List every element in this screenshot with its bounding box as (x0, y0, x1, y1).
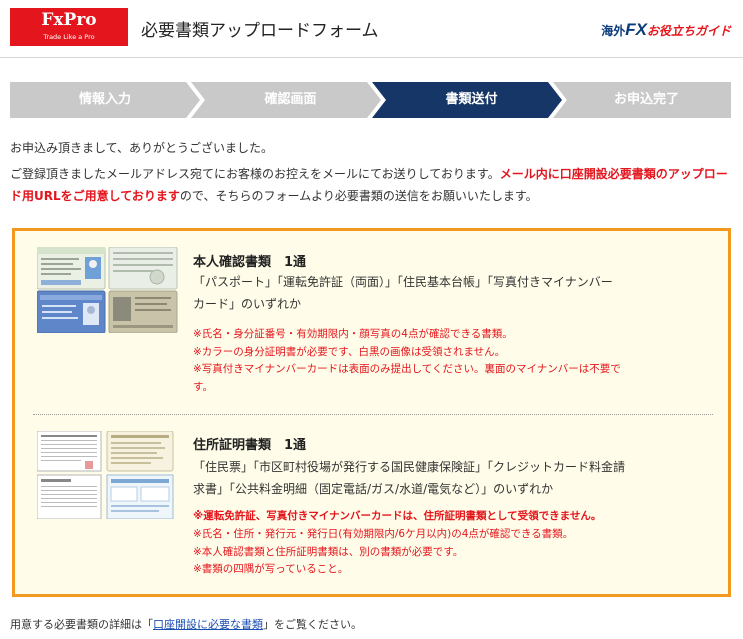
identity-document-title: 本人確認書類 1通 (193, 255, 307, 270)
step-1-info-input: 情報入力 (78, 92, 131, 107)
email-instructions: ご登録頂きましたメールアドレス宛てにお客様のお控えをメールにてお送りしております… (10, 163, 732, 207)
identity-note: す。 (193, 380, 213, 393)
documents-details-suffix: 」をご覧ください。 (263, 618, 362, 631)
email-instructions-part2: ので、そちらのフォームより必要書類の送信をお願いいたします。 (179, 189, 538, 203)
address-document-title: 住所証明書類 1通 (193, 438, 307, 453)
thank-you-message: お申込み頂きまして、ありがとうございました。 (10, 141, 274, 155)
address-document-warning: ※運転免許証、写真付きマイナンバーカードは、住所証明書類として受領できません。 (193, 510, 602, 522)
identity-document-description: 「パスポート」「運転免許証（両面）」「住民基本台帳」「写真付きマイナンバー カー… (193, 271, 713, 315)
identity-desc-line-1: 「パスポート」「運転免許証（両面）」「住民基本台帳」「写真付きマイナンバー (193, 275, 613, 289)
identity-note: ※写真付きマイナンバーカードは表面のみ提出してください。裏面のマイナンバーは不要… (193, 363, 621, 375)
address-desc-line-1: 「住民票」「市区町村役場が発行する国民健康保険証」「クレジットカード料金請 (193, 460, 626, 474)
identity-note: ※氏名・身分証番号・有効期限内・顔写真の4点が確認できる書類。 (193, 328, 513, 340)
page-header: FxPro Trade Like a Pro 必要書類アップロードフォーム 海外… (0, 0, 743, 58)
required-documents-box: 本人確認書類 1通 「パスポート」「運転免許証（両面）」「住民基本台帳」「写真付… (12, 228, 731, 597)
documents-details-text: 用意する必要書類の詳細は「口座開設に必要な書類」をご覧ください。 (10, 616, 362, 632)
identity-desc-line-2: カード」のいずれか (193, 297, 302, 311)
address-document-notes: ※氏名・住所・発行元・発行日(有効期限内/6ケ月以内)の4点が確認できる書類。 … (193, 526, 713, 579)
address-note: ※氏名・住所・発行元・発行日(有効期限内/6ケ月以内)の4点が確認できる書類。 (193, 528, 574, 540)
fxpro-logo[interactable]: FxPro Trade Like a Pro (10, 8, 128, 46)
identity-note: ※カラーの身分証明書が必要です、白黒の画像は受領されません。 (193, 345, 506, 358)
step-3-send-documents: 書類送付 (445, 92, 498, 107)
step-2-confirm: 確認画面 (264, 92, 317, 107)
logo-tagline: Trade Like a Pro (43, 33, 95, 41)
address-note: ※本人確認書類と住所証明書類は、別の書類が必要です。 (193, 545, 464, 558)
address-note: ※書類の四隅が写っていること。 (193, 563, 349, 575)
partner-logo-prefix: 海外 (601, 24, 626, 38)
identity-document-notes: ※氏名・身分証番号・有効期限内・顔写真の4点が確認できる書類。 ※カラーの身分証… (193, 326, 713, 396)
step-4-complete: お申込完了 (613, 92, 679, 107)
progress-steps: 情報入力 確認画面 書類送付 お申込完了 (10, 82, 731, 118)
identity-documents-image (37, 247, 178, 333)
address-desc-line-2: 求書」「公共料金明細（固定電話/ガス/水道/電気など）」のいずれか (193, 482, 554, 496)
page-title: 必要書類アップロードフォーム (141, 21, 379, 41)
required-documents-link[interactable]: 口座開設に必要な書類 (153, 618, 263, 631)
logo-brand: FxPro (41, 10, 97, 30)
partner-logo-suffix: お役立ちガイド (646, 24, 731, 38)
address-documents-image (37, 431, 174, 519)
partner-logo-fx: FX (625, 20, 647, 39)
documents-details-prefix: 用意する必要書類の詳細は「 (10, 618, 153, 631)
header-divider (0, 57, 743, 58)
section-divider (33, 414, 713, 415)
address-document-description: 「住民票」「市区町村役場が発行する国民健康保険証」「クレジットカード料金請 求書… (193, 456, 713, 500)
partner-logo[interactable]: 海外FXお役立ちガイド (601, 20, 731, 40)
email-instructions-part1: ご登録頂きましたメールアドレス宛てにお客様のお控えをメールにてお送りしております… (10, 167, 500, 181)
